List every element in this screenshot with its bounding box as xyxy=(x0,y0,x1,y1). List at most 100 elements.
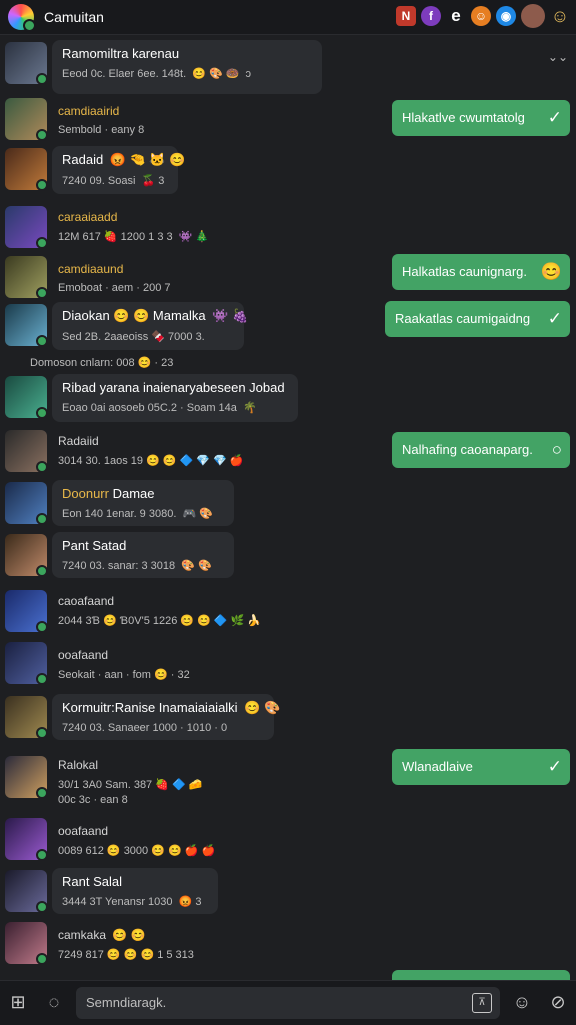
attach-icon[interactable]: ⊞ xyxy=(6,990,30,1014)
message-meta: 7240 03. Sanaeer 1000 · 1010 · 0 xyxy=(62,722,228,734)
avatar[interactable] xyxy=(5,304,48,347)
user-avatar-icon[interactable] xyxy=(521,4,545,28)
meta-text: 7240 03. sanar: 3 3018 xyxy=(62,560,176,572)
reactions[interactable]: 😡 3 xyxy=(179,895,202,908)
message-bubble[interactable]: Diaokan 😊 😊 Mamalka 👾 🍇 Sed 2B. 2aaeoiss… xyxy=(52,302,248,350)
message-bubble[interactable]: Rant Salal 3444 3T Yenansr 1030 😡 3 xyxy=(52,868,218,914)
outgoing-message-partial[interactable] xyxy=(392,970,570,980)
avatar[interactable] xyxy=(5,98,48,141)
avatar[interactable] xyxy=(5,256,48,299)
name-emoji: 👾 🍇 xyxy=(212,308,249,323)
reactions[interactable]: 🎮 🎨 xyxy=(182,507,212,520)
author-name: ooafaand xyxy=(58,648,109,662)
author-name: Doonurr Damae xyxy=(62,486,224,501)
avatar[interactable] xyxy=(5,42,48,85)
author-name: Ralokal xyxy=(58,758,99,772)
message-meta: 2044 3Ɓ 😊 Ɓ0V'5 1226 😊 😊 🔷 🌿 🍌 xyxy=(58,615,262,627)
message-bubble[interactable]: Ribad yarana inaienaryabeseen Jobad Eoao… xyxy=(52,374,298,422)
message-bubble[interactable]: Pant Satad 7240 03. sanar: 3 3018 🎨 🎨 xyxy=(52,532,234,578)
author-name: Radaid 😡 🤏 🐱 😊 xyxy=(62,152,185,168)
message-meta: 7240 03. sanar: 3 3018 🎨 🎨 xyxy=(62,559,224,572)
author-name: Rant Salal xyxy=(62,874,122,889)
outgoing-text: Wlanadlaive xyxy=(402,759,473,774)
avatar[interactable] xyxy=(5,642,48,685)
message-plain[interactable]: Domoson cnlarn: 008 😊 · 23 xyxy=(30,356,173,369)
tail-mark: ɔ xyxy=(245,68,251,80)
avatar[interactable] xyxy=(5,696,48,739)
avatar[interactable] xyxy=(5,534,48,577)
author-name: Kormuitr:Ranise Inamaiaiaialki 😊 🎨 xyxy=(62,700,280,716)
reactions[interactable]: 👾 🎄 xyxy=(179,230,209,243)
outgoing-message[interactable]: Hlakatlve cwumtatolg ✓ xyxy=(392,100,570,136)
message-plain[interactable]: ooafaand 0089 612 😊 3000 😊 😊 🍎 🍎 xyxy=(58,824,215,857)
gif-icon[interactable]: ⊼ xyxy=(472,993,492,1013)
meta-text: 12M 617 🍓 1200 1 3 3 xyxy=(58,231,173,243)
message-bubble[interactable]: Radaid 😡 🤏 🐱 😊 7240 09. Soasi 🍒 3 xyxy=(52,146,185,194)
avatar[interactable] xyxy=(5,376,48,419)
reactions[interactable]: 🌴 xyxy=(243,401,257,414)
chat-icon[interactable]: ◌ xyxy=(42,990,66,1014)
reactions[interactable]: 😊 🎨 🍩 xyxy=(192,67,239,80)
message-plain[interactable]: caraaiaadd 12M 617 🍓 1200 1 3 3 👾 🎄 xyxy=(58,210,209,243)
e-icon[interactable]: e xyxy=(446,6,466,26)
reactions[interactable]: 🎨 🎨 xyxy=(181,559,211,572)
app-logo[interactable] xyxy=(8,4,36,32)
message-plain[interactable]: Ralokal 30/1 3A0 Sam. 387 🍓 🔷 🧀 00c 3c ·… xyxy=(58,758,202,806)
message-meta: 7249 817 😊 😊 😊 1 5 313 xyxy=(58,949,194,961)
message-meta: Domoson cnlarn: 008 😊 · 23 xyxy=(30,357,174,369)
avatar[interactable] xyxy=(5,206,48,249)
emoji-icon[interactable]: ☺ xyxy=(471,6,491,26)
message-bubble[interactable]: Kormuitr:Ranise Inamaiaiaialki 😊 🎨 7240 … xyxy=(52,694,280,740)
emoji-picker-icon[interactable]: ☺ xyxy=(510,990,534,1014)
emoji-icon: 😊 xyxy=(540,262,562,281)
name-emoji: 😊 🎨 xyxy=(244,700,281,715)
name-emoji: 😊 😊 xyxy=(112,928,146,942)
avatar[interactable] xyxy=(5,922,48,965)
message-plain[interactable]: camdiaairid Sembold · eany 8 xyxy=(58,104,144,136)
message-meta: Seokait · aan · fom 😊 · 32 xyxy=(58,669,190,681)
outgoing-message[interactable]: Halkatlas caunignarg. 😊 xyxy=(392,254,570,290)
message-meta: Eoao 0ai aosoeb 05C.2 · Soam 14a 🌴 xyxy=(62,401,288,414)
avatar[interactable] xyxy=(5,482,48,525)
reactions[interactable]: 🍒 3 xyxy=(141,174,164,187)
settings-icon[interactable]: ⊘ xyxy=(546,990,570,1014)
avatar[interactable] xyxy=(5,148,48,191)
avatar[interactable] xyxy=(5,870,48,913)
top-bar: Camuitan N f e ☺ ◉ ☺ xyxy=(0,0,576,35)
collapse-icon[interactable]: ⌄⌄ xyxy=(548,50,568,64)
avatar[interactable] xyxy=(5,818,48,861)
outgoing-message[interactable]: Raakatlas caumigaidng ✓ xyxy=(385,301,570,337)
blue-badge-icon[interactable]: ◉ xyxy=(496,6,516,26)
message-bubble[interactable]: Doonurr Damae Eon 140 1enar. 9 3080. 🎮 🎨 xyxy=(52,480,234,526)
avatar[interactable] xyxy=(5,590,48,633)
author-name-text: Doonurr xyxy=(62,486,109,501)
n-badge-icon[interactable]: N xyxy=(396,6,416,26)
message-plain[interactable]: camkaka 😊 😊 7249 817 😊 😊 😊 1 5 313 xyxy=(58,928,194,961)
message-plain[interactable]: caoafaand 2044 3Ɓ 😊 Ɓ0V'5 1226 😊 😊 🔷 🌿 🍌 xyxy=(58,594,261,627)
author-name-tail: Damae xyxy=(112,486,155,501)
message-plain[interactable]: Radaiid 3014 30. 1aos 19 😊 😊 🔷 💎 💎 🍎 xyxy=(58,434,244,467)
author-name: Ribad yarana inaienaryabeseen Jobad xyxy=(62,380,285,395)
author-name: Radaiid xyxy=(58,434,99,448)
avatar[interactable] xyxy=(5,756,48,799)
check-icon: ✓ xyxy=(547,309,562,328)
f-badge-icon[interactable]: f xyxy=(421,6,441,26)
chat-feed[interactable]: Ramomiltra karenau Eeod 0c. Elaer 6ee. 1… xyxy=(0,34,576,980)
message-plain[interactable]: camdiaaund Emoboat · aem · 200 7 xyxy=(58,262,171,294)
outgoing-message[interactable]: Wlanadlaive ✓ xyxy=(392,749,570,785)
message-plain[interactable]: ooafaand Seokait · aan · fom 😊 · 32 xyxy=(58,648,190,681)
message-meta-2: 00c 3c · ean 8 xyxy=(58,794,128,806)
smile-icon[interactable]: ☺ xyxy=(550,6,570,26)
message-bubble[interactable]: Ramomiltra karenau Eeod 0c. Elaer 6ee. 1… xyxy=(52,40,322,94)
author-name: caoafaand xyxy=(58,594,115,608)
message-meta: Sembold · eany 8 xyxy=(58,124,145,136)
message-meta: Eon 140 1enar. 9 3080. 🎮 🎨 xyxy=(62,507,224,520)
avatar[interactable] xyxy=(5,430,48,473)
meta-text: 7240 09. Soasi xyxy=(62,175,136,187)
meta-text: Eoao 0ai aosoeb 05C.2 · Soam 14a xyxy=(62,402,237,414)
name-emoji: 😡 🤏 🐱 😊 xyxy=(109,152,186,167)
outgoing-message[interactable]: Nalhafing caoanaparg. ○ xyxy=(392,432,570,468)
message-input[interactable]: Semndiaragk. ⊼ xyxy=(76,987,500,1019)
outgoing-text: Hlakatlve cwumtatolg xyxy=(402,110,525,125)
message-meta: 0089 612 😊 3000 😊 😊 🍎 🍎 xyxy=(58,845,216,857)
